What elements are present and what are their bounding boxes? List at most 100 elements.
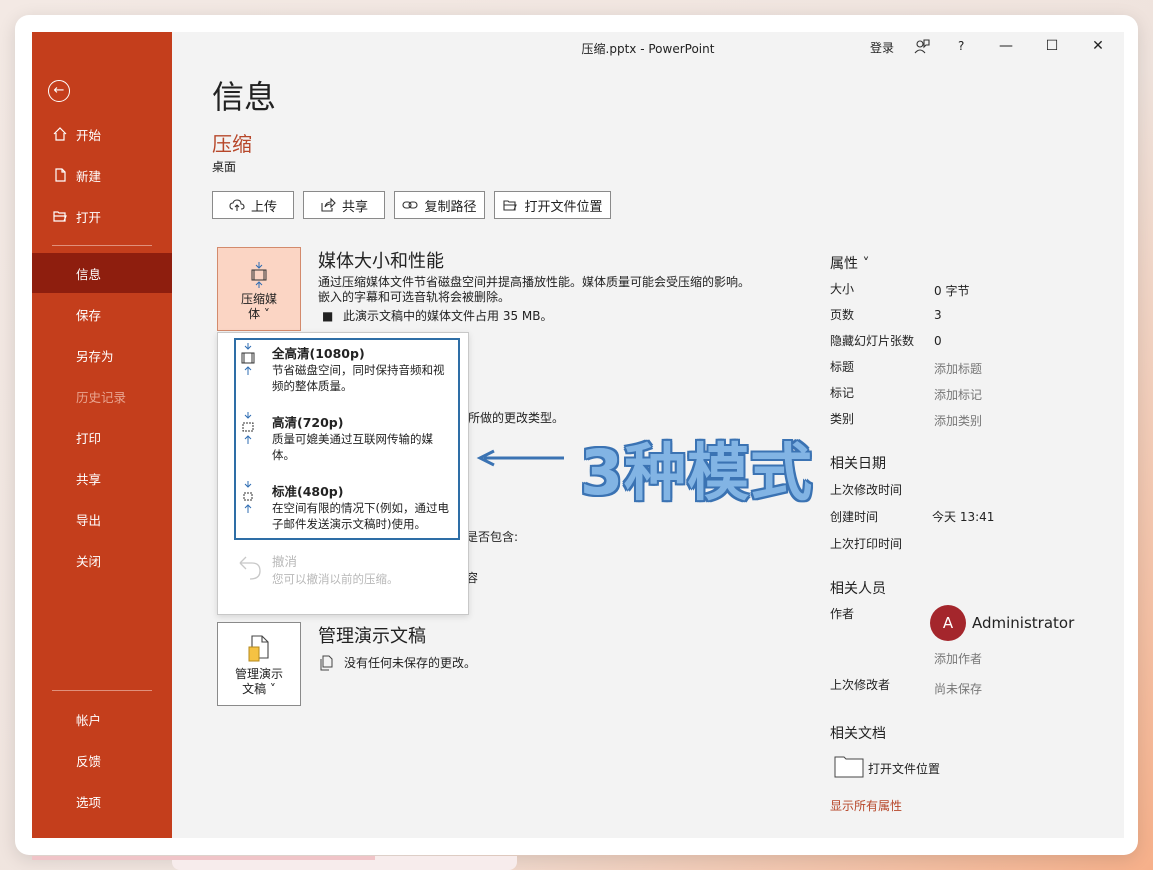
sidebar-item-label: 反馈 (76, 753, 102, 769)
prop-label-author: 作者 (830, 607, 855, 621)
inspect-description: 是否包含: (466, 530, 519, 544)
open-location-button[interactable]: 打开文件位置 (494, 191, 611, 219)
compress-icon (242, 412, 254, 444)
bullet-icon: ■ (322, 309, 334, 323)
sidebar-item-label: 导出 (76, 512, 102, 528)
help-icon[interactable]: ? (958, 39, 964, 53)
share-button[interactable]: 共享 (303, 191, 385, 219)
login-link[interactable]: 登录 (870, 39, 894, 56)
file-name: 压缩 (212, 132, 252, 156)
prop-label-size: 大小 (830, 282, 855, 296)
sidebar-divider (52, 690, 152, 691)
sidebar-item-label: 新建 (76, 168, 102, 184)
sidebar-item-save[interactable]: 保存 (32, 294, 172, 334)
option-title: 全高清(1080p) (272, 346, 365, 361)
sidebar-item-label: 信息 (76, 266, 102, 282)
open-folder-icon (53, 211, 67, 222)
add-author-link[interactable]: 添加作者 (934, 650, 982, 667)
prop-label-title: 标题 (830, 360, 855, 374)
link-icon (402, 201, 419, 209)
folder-icon[interactable] (834, 754, 864, 778)
back-arrow-icon[interactable]: ← (48, 80, 70, 102)
sidebar-item-export[interactable]: 导出 (32, 499, 172, 539)
minimize-icon[interactable]: — (996, 38, 1016, 58)
close-icon[interactable]: ✕ (1088, 38, 1108, 58)
sidebar-item-label: 打开 (76, 209, 102, 225)
open-folder-icon (503, 200, 518, 211)
share-icon (321, 197, 336, 212)
file-location: 桌面 (212, 160, 237, 174)
sidebar-item-account[interactable]: 帐户 (32, 699, 172, 739)
option-title: 标准(480p) (272, 484, 344, 499)
sidebar-item-share[interactable]: 共享 (32, 458, 172, 498)
prop-label-created: 创建时间 (830, 510, 879, 524)
window-title: 压缩.pptx - PowerPoint (581, 42, 715, 56)
cloud-upload-icon (229, 199, 245, 211)
option-hd[interactable]: 高清(720p) 质量可媲美通过互联网传输的媒体。 (240, 412, 455, 470)
taskbar-preview-accent (32, 856, 375, 860)
media-description: 嵌入的字幕和可选音轨将会被删除。 (318, 290, 511, 304)
media-description: 通过压缩媒体文件节省磁盘空间并提高播放性能。媒体质量可能会受压缩的影响。 (318, 275, 751, 289)
coauthor-icon[interactable] (913, 38, 931, 56)
option-description: 质量可媲美通过互联网传输的媒体。 (272, 432, 433, 462)
sidebar-item-history: 历史记录 (32, 376, 172, 416)
tile-label: 压缩媒 (240, 292, 277, 306)
sidebar-item-print[interactable]: 打印 (32, 417, 172, 457)
sidebar-item-close[interactable]: 关闭 (32, 540, 172, 580)
compress-media-button[interactable]: 压缩媒 体 ˅ (217, 247, 301, 331)
manage-document-icon (248, 635, 269, 662)
maximize-icon[interactable]: ☐ (1042, 38, 1062, 58)
open-location-label: 打开文件位置 (524, 199, 603, 215)
prop-value-size: 0 字节 (934, 284, 970, 298)
compress-media-icon (251, 262, 267, 288)
prop-label-modified: 上次修改时间 (830, 483, 903, 497)
option-title: 高清(720p) (272, 415, 344, 430)
annotation-text: 3种模式 (580, 436, 814, 509)
prop-label-hidden-slides: 隐藏幻灯片张数 (830, 334, 915, 348)
prop-label-last-modified-by: 上次修改者 (830, 678, 891, 692)
prop-label-printed: 上次打印时间 (830, 537, 903, 551)
add-tags-link[interactable]: 添加标记 (934, 386, 982, 403)
arrow-annotation-icon (476, 449, 564, 467)
prop-label-category: 类别 (830, 412, 855, 426)
add-category-link[interactable]: 添加类别 (934, 412, 982, 429)
sidebar-item-label: 开始 (76, 127, 102, 143)
add-title-link[interactable]: 添加标题 (934, 360, 982, 377)
undo-icon (239, 556, 261, 580)
option-full-hd[interactable]: 全高清(1080p) 节省磁盘空间，同时保持音频和视频的整体质量。 (240, 343, 455, 401)
sidebar-item-label: 帐户 (76, 712, 102, 728)
media-usage: 此演示文稿中的媒体文件占用 35 MB。 (343, 309, 553, 323)
sidebar-item-home[interactable]: 开始 (32, 114, 172, 154)
sidebar-divider (52, 245, 152, 246)
properties-title[interactable]: 属性 ˅ (830, 253, 869, 273)
related-people-title: 相关人员 (830, 581, 886, 597)
document-icon (320, 655, 333, 671)
upload-button[interactable]: 上传 (212, 191, 294, 219)
sidebar-item-info[interactable]: 信息 (32, 253, 172, 293)
author-name[interactable]: Administrator (972, 614, 1074, 632)
avatar[interactable]: A (930, 605, 966, 641)
open-location-link[interactable]: 打开文件位置 (868, 760, 940, 777)
manage-presentation-button[interactable]: 管理演示 文稿 ˅ (217, 622, 301, 706)
sidebar-item-label: 打印 (76, 430, 102, 446)
show-all-properties-link[interactable]: 显示所有属性 (830, 797, 902, 814)
prop-label-tags: 标记 (830, 386, 855, 400)
sidebar-item-feedback[interactable]: 反馈 (32, 740, 172, 780)
page-title: 信息 (212, 78, 277, 116)
sidebar-item-new[interactable]: 新建 (32, 155, 172, 195)
sidebar-item-options[interactable]: 选项 (32, 781, 172, 821)
prop-value-pages: 3 (934, 308, 942, 322)
related-dates-title: 相关日期 (830, 456, 886, 472)
home-icon (53, 127, 67, 141)
copy-path-label: 复制路径 (424, 199, 477, 215)
copy-path-button[interactable]: 复制路径 (394, 191, 485, 219)
sidebar-item-open[interactable]: 打开 (32, 196, 172, 236)
new-file-icon (55, 168, 66, 182)
title-bar: 压缩.pptx - PowerPoint 登录 ? — ☐ ✕ (172, 32, 1124, 64)
manage-section-title: 管理演示文稿 (318, 626, 426, 647)
sidebar-item-label: 保存 (76, 307, 102, 323)
share-label: 共享 (341, 199, 368, 215)
sidebar-item-save-as[interactable]: 另存为 (32, 335, 172, 375)
sidebar-item-label: 历史记录 (76, 389, 127, 405)
option-standard[interactable]: 标准(480p) 在空间有限的情况下(例如，通过电子邮件发送演示文稿时)使用。 (240, 481, 455, 539)
